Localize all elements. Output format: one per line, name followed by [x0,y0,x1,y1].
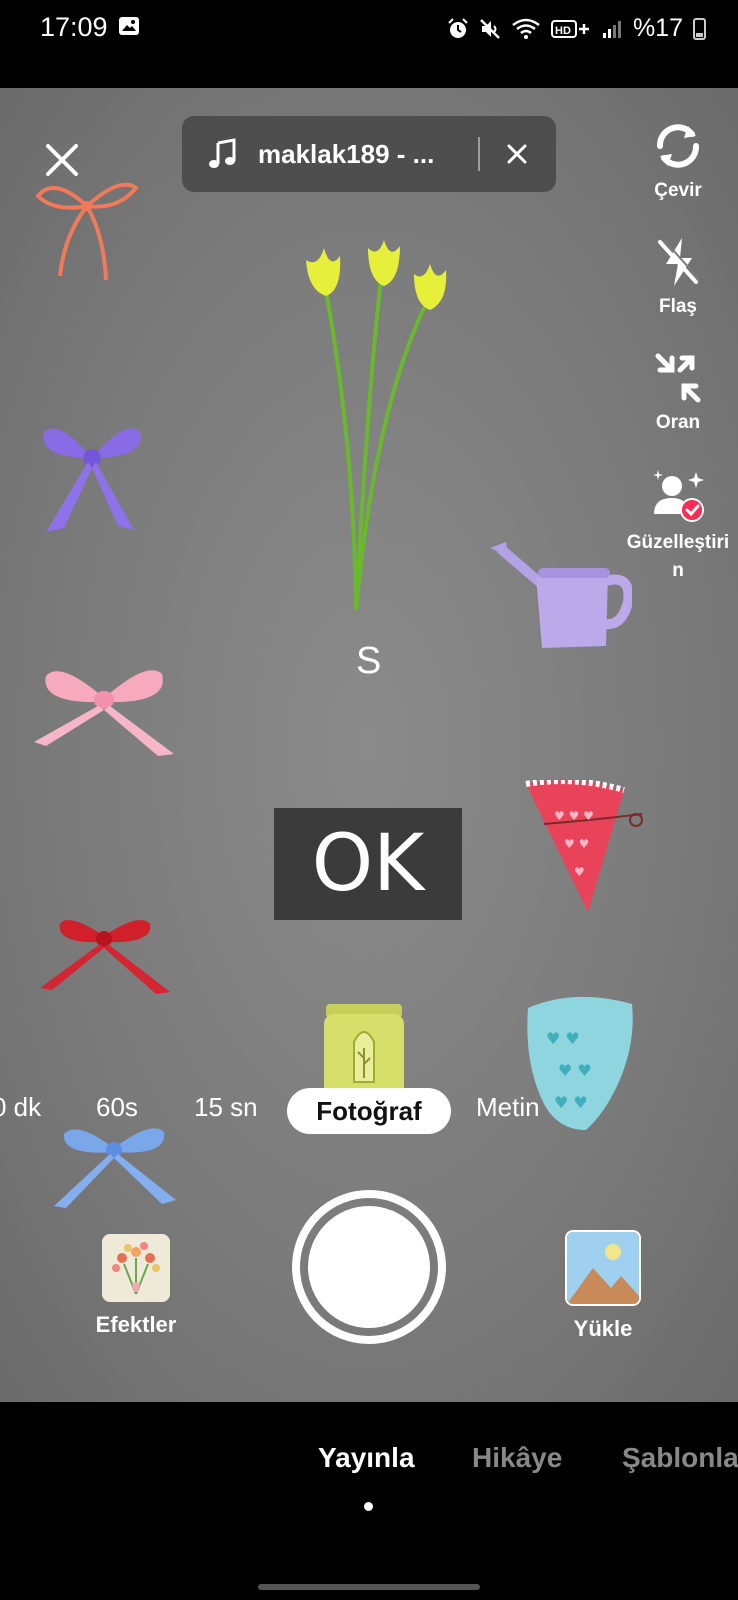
shutter-button[interactable] [292,1190,446,1344]
bottom-tabs: Yayınla Hikâye Şablonla [0,1402,738,1600]
mute-icon [480,18,500,39]
status-time: 17:09 [40,12,108,42]
tool-beautify-label: Güzelleştiri [626,532,730,553]
ok-text-overlay[interactable]: OK [274,808,462,920]
mode-15sn[interactable]: 15 sn [194,1092,258,1123]
active-tab-indicator [364,1502,373,1511]
tab-publish[interactable]: Yayınla [318,1442,415,1474]
orange-ribbon-sticker [35,182,139,281]
tulip-flowers-sticker [306,240,447,611]
effects-label: Efektler [95,1312,177,1337]
signal-icon [602,20,621,38]
mode-photo[interactable]: Fotoğraf [287,1088,451,1134]
tool-beautify-label-wrap: n [672,560,684,581]
pink-bow-sticker [34,670,174,756]
effects-button[interactable]: Efektler [80,1234,192,1338]
wifi-icon [512,18,540,39]
camera-viewfinder[interactable]: maklak189 - ... Çevir Flaş Oran Güzelleş… [0,88,738,1402]
mode-0dk[interactable]: 0 dk [0,1092,41,1123]
bouquet-wrap-sticker: ♥ ♥ ♥ ♥ ♥ ♥ [525,780,643,912]
music-note-icon [209,138,236,168]
tab-story[interactable]: Hikâye [472,1442,562,1474]
mode-text[interactable]: Metin [476,1092,540,1123]
svg-text:♥: ♥ [574,865,585,879]
battery-icon [693,17,706,40]
svg-text:♥ ♥ ♥: ♥ ♥ ♥ [554,809,594,823]
gallery-icon [119,17,139,35]
battery-percent: %17 [632,14,683,42]
beautify-icon [653,470,704,522]
red-bow-sticker [40,920,170,994]
alarm-icon [448,17,468,38]
upload-label: Yükle [573,1316,633,1341]
jar-sticker [324,1004,404,1100]
tool-beautify[interactable]: Güzelleştiri n [618,468,738,582]
overlay-letter: S [356,640,382,682]
svg-text:♥ ♥: ♥ ♥ [546,1029,580,1048]
hd-plus-icon: HD [550,19,589,38]
gallery-landscape-icon [567,1232,639,1304]
effects-thumbnail [102,1234,170,1302]
svg-text:♥ ♥: ♥ ♥ [564,837,589,851]
tool-flash-label: Flaş [658,296,698,317]
status-bar: 17:09 HD %17 [0,0,738,88]
music-divider [478,137,480,171]
tool-flip-label: Çevir [654,180,702,201]
music-title: maklak189 - ... [258,138,435,169]
upload-button[interactable]: Yükle [548,1230,658,1342]
upload-thumbnail [565,1230,641,1306]
svg-text:HD: HD [555,25,571,37]
capture-mode-selector: 0 dk 60s 15 sn Fotoğraf Metin [0,1088,738,1134]
tool-ratio[interactable]: Oran [618,350,738,434]
mode-60s[interactable]: 60s [96,1092,138,1123]
tool-flash[interactable]: Flaş [618,234,738,318]
shutter-inner [308,1206,430,1328]
tool-flip[interactable]: Çevir [618,118,738,202]
bouquet-icon [112,1242,160,1295]
blue-bow-sticker [54,1128,176,1208]
home-indicator[interactable] [258,1584,480,1590]
purple-bow-sticker [43,428,141,532]
music-selector[interactable]: maklak189 - ... [182,116,556,192]
status-icons: HD %17 [447,14,706,43]
tool-ratio-label: Oran [655,412,701,433]
flash-off-icon [658,238,700,286]
ratio-icon [655,353,701,403]
svg-text:♥ ♥: ♥ ♥ [558,1061,592,1080]
tab-templates[interactable]: Şablonla [622,1442,738,1474]
watering-can-sticker [490,542,632,648]
remove-music-icon[interactable] [502,139,532,169]
flip-camera-icon [657,124,699,168]
